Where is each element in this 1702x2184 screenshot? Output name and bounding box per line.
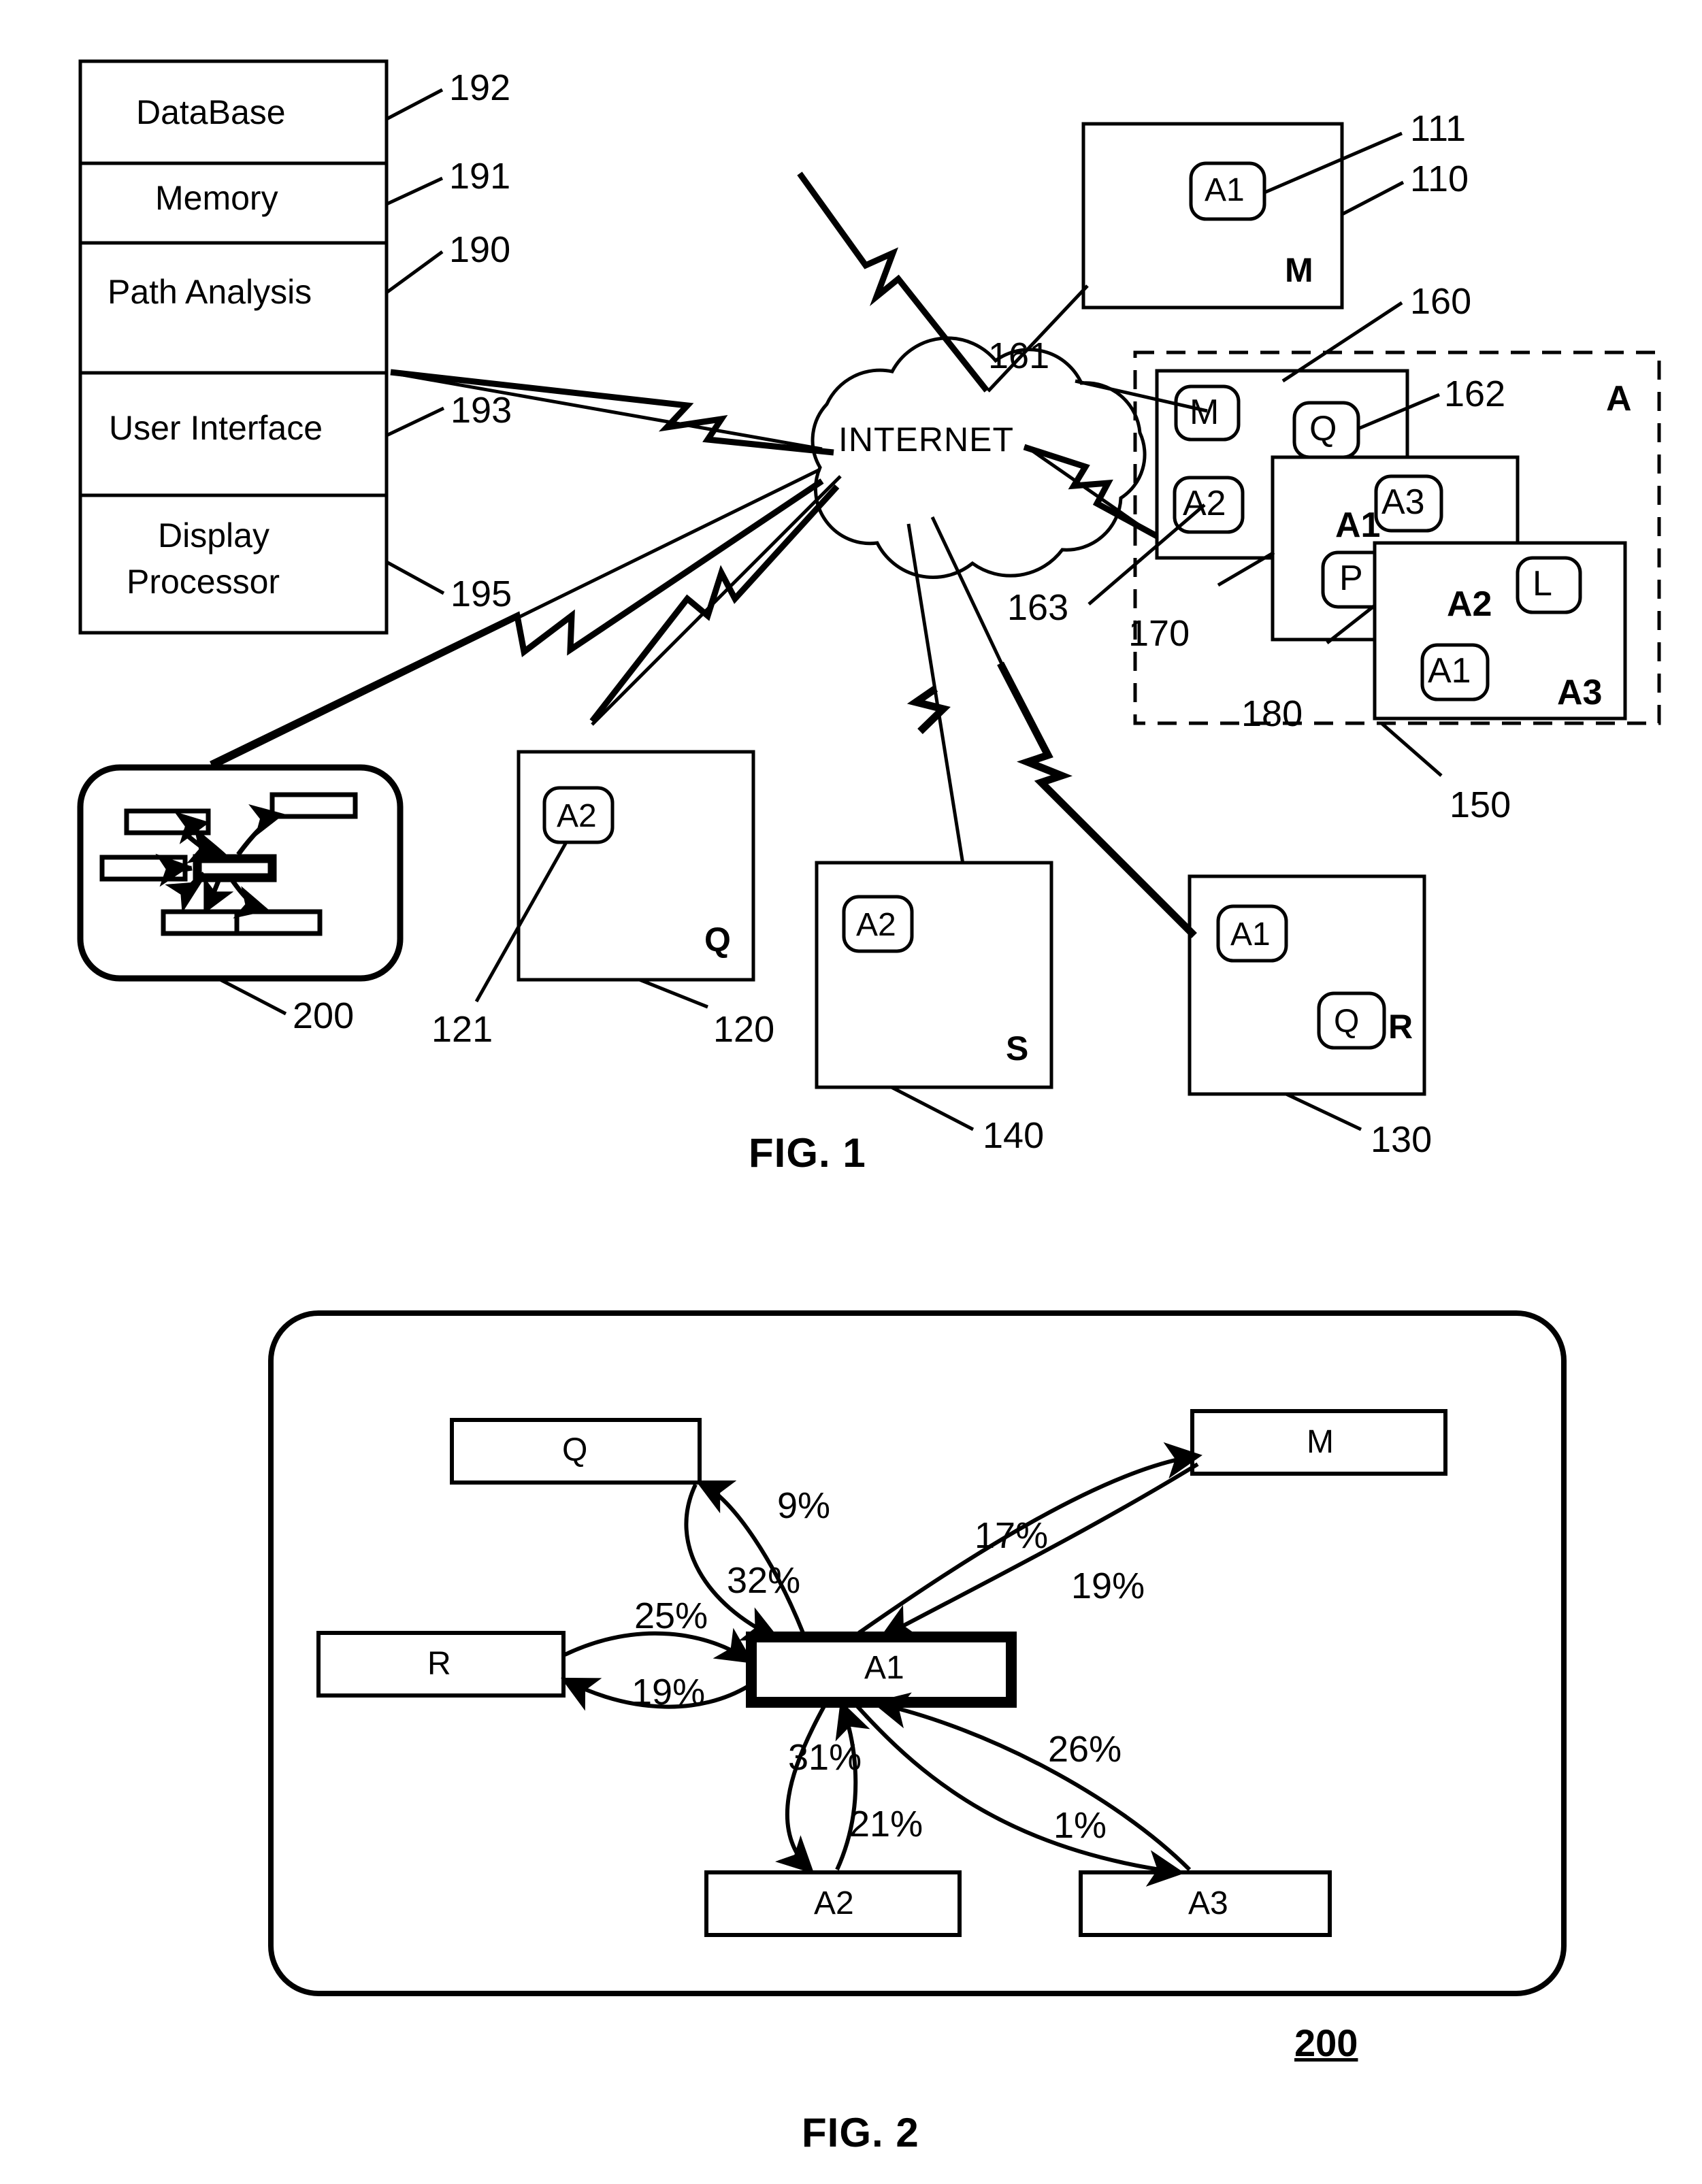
fig2-edge-label-a2-a1: 21% <box>849 1804 923 1844</box>
fig2-node-a2: A2 <box>814 1885 854 1921</box>
fig2-edge-label-m-a1: 19% <box>1071 1566 1145 1606</box>
fig2-edge-label-r-a1: 25% <box>634 1595 708 1636</box>
fig2-node-m: M <box>1307 1424 1334 1460</box>
figure-2-caption: FIG. 2 <box>802 2110 919 2155</box>
fig2-edge-label-a1-a3: 1% <box>1053 1805 1107 1846</box>
fig2-edge-label-a1-m: 17% <box>975 1515 1049 1556</box>
ref-200-fig2: 200 <box>1294 2021 1358 2064</box>
fig2-node-a3: A3 <box>1188 1885 1228 1921</box>
figure-2-vector <box>268 1310 1567 1996</box>
fig2-edge-label-a3-a1: 26% <box>1048 1729 1122 1770</box>
fig2-edge-label-q-a1: 32% <box>727 1560 801 1601</box>
fig2-node-r: R <box>427 1646 451 1682</box>
figure-2: Q M R A1 A2 A3 9% 32% 17% 19% 25% 19% 31… <box>0 0 1702 2184</box>
fig2-edge-label-a1-q: 9% <box>777 1485 831 1526</box>
fig2-node-a1: A1 <box>864 1650 904 1686</box>
fig2-edge-label-a1-a2: 31% <box>788 1737 862 1778</box>
fig2-edge-label-a1-r: 19% <box>632 1672 706 1713</box>
fig2-node-q: Q <box>562 1432 588 1468</box>
